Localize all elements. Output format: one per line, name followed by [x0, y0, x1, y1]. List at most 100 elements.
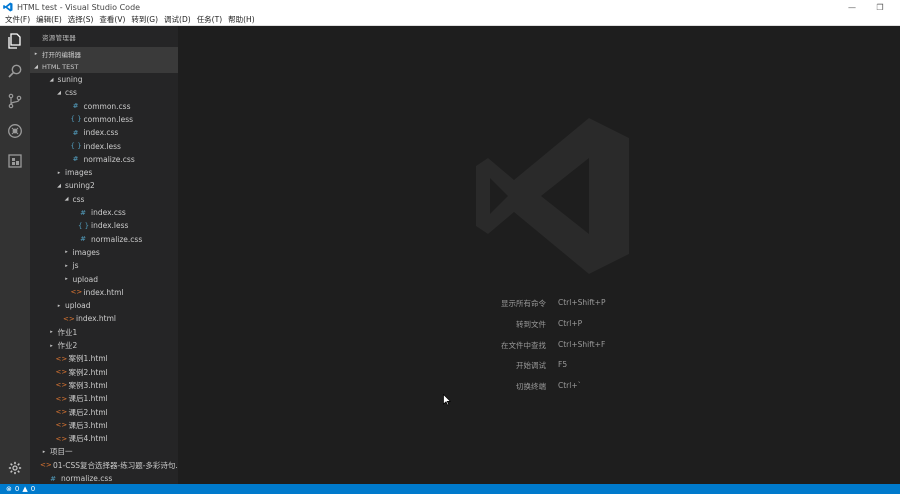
chevron-down-icon: ◢ — [49, 76, 54, 83]
css-file-icon: # — [72, 102, 79, 111]
tree-file[interactable]: # index.css — [30, 206, 178, 219]
tree-file[interactable]: <> 课后4.html — [30, 432, 178, 445]
menu-selection[interactable]: 选择(S) — [65, 14, 97, 25]
tree-file[interactable]: # common.css — [30, 100, 178, 113]
shortcut-key: Ctrl+` — [558, 381, 582, 391]
tree-folder[interactable]: ◢ suning — [30, 73, 178, 86]
chevron-down-icon: ◢ — [34, 63, 38, 70]
tree-item-label: css — [65, 88, 77, 98]
tree-item-label: upload — [65, 301, 91, 311]
tree-file[interactable]: <> 课后2.html — [30, 406, 178, 419]
title-bar: HTML test - Visual Studio Code — ❐ — [0, 0, 900, 14]
tree-file[interactable]: { } index.less — [30, 140, 178, 153]
minimize-button[interactable]: — — [840, 0, 864, 14]
tree-file[interactable]: # normalize.css — [30, 233, 178, 246]
shortcut-row: 在文件中查找 Ctrl+Shift+F — [178, 340, 900, 352]
tree-folder[interactable]: ▸ upload — [30, 273, 178, 286]
less-file-icon: { } — [70, 115, 82, 124]
menu-view[interactable]: 查看(V) — [96, 14, 128, 25]
tree-file[interactable]: <> 课后3.html — [30, 419, 178, 432]
editor-area[interactable]: 显示所有命令 Ctrl+Shift+P 转到文件 Ctrl+P 在文件中查找 Ctrl+S… — [178, 26, 900, 484]
tree-file[interactable]: # normalize.css — [30, 472, 178, 484]
open-editors-header[interactable]: ▸ 打开的编辑器 — [30, 47, 178, 60]
tree-item-label: suning — [57, 75, 83, 84]
restore-button[interactable]: ❐ — [868, 0, 892, 14]
menu-help[interactable]: 帮助(H) — [225, 14, 258, 25]
tree-item-label: normalize.css — [83, 154, 135, 164]
chevron-right-icon: ▸ — [34, 50, 38, 57]
tree-item-label: 案例1.html — [68, 354, 108, 364]
mouse-cursor-icon — [443, 394, 451, 406]
tree-file[interactable]: <> index.html — [30, 312, 178, 325]
tree-item-label: index.css — [83, 128, 119, 138]
tree-item-label: index.html — [76, 314, 116, 324]
menu-file[interactable]: 文件(F) — [2, 14, 33, 25]
html-file-icon: <> — [55, 434, 68, 443]
tree-folder[interactable]: ▸ js — [30, 259, 178, 272]
vscode-logo-icon — [3, 2, 13, 12]
shortcut-row: 显示所有命令 Ctrl+Shift+P — [178, 298, 900, 310]
tree-file[interactable]: <> index.html — [30, 286, 178, 299]
project-header[interactable]: ◢ HTML TEST — [30, 60, 178, 73]
tree-item-label: common.less — [83, 114, 134, 124]
css-file-icon: # — [80, 235, 86, 244]
tree-file[interactable]: <> 案例1.html — [30, 352, 178, 365]
warning-count[interactable]: 0 — [31, 485, 35, 493]
chevron-right-icon: ▸ — [65, 262, 68, 269]
source-control-icon[interactable] — [5, 91, 25, 111]
search-icon[interactable] — [5, 61, 25, 81]
tree-file[interactable]: # index.css — [30, 126, 178, 139]
menu-tasks[interactable]: 任务(T) — [194, 14, 225, 25]
tree-item-label: common.css — [83, 101, 131, 111]
html-file-icon: <> — [55, 368, 68, 377]
shortcut-row: 开始调试 F5 — [178, 360, 900, 372]
chevron-down-icon: ◢ — [64, 196, 69, 203]
less-file-icon: { } — [70, 142, 82, 150]
warning-icon[interactable]: ▲ — [22, 485, 27, 493]
tree-item-label: index.css — [91, 208, 126, 217]
tree-item-label: normalize.css — [61, 474, 113, 483]
extensions-icon[interactable] — [5, 151, 25, 171]
tree-item-label: 01-CSS复合选择器-练习题-多彩诗句... — [53, 460, 178, 470]
open-editors-label: 打开的编辑器 — [42, 50, 81, 59]
tree-folder[interactable]: ▸ images — [30, 166, 178, 179]
tree-item-label: images — [72, 247, 100, 257]
tree-item-label: js — [72, 261, 79, 271]
tree-item-label: index.less — [91, 221, 129, 231]
menu-go[interactable]: 转到(G) — [128, 14, 161, 25]
gear-icon[interactable] — [5, 458, 25, 478]
tree-file[interactable]: { } common.less — [30, 113, 178, 126]
shortcut-key: Ctrl+Shift+F — [558, 339, 606, 349]
tree-folder[interactable]: ▸ upload — [30, 299, 178, 312]
tree-file[interactable]: <> 案例3.html — [30, 379, 178, 392]
tree-folder[interactable]: ▸ images — [30, 246, 178, 259]
menu-debug[interactable]: 调试(D) — [161, 14, 194, 25]
tree-file[interactable]: { } index.less — [30, 219, 178, 232]
chevron-right-icon: ▸ — [57, 169, 61, 176]
tree-folder[interactable]: ◢ css — [30, 193, 178, 206]
chevron-down-icon: ◢ — [57, 89, 61, 96]
chevron-right-icon: ▸ — [65, 276, 68, 282]
explorer-icon[interactable] — [5, 31, 25, 51]
error-icon[interactable]: ⊗ — [6, 485, 12, 493]
error-count[interactable]: 0 — [15, 485, 19, 493]
tree-item-label: 案例3.html — [68, 380, 108, 390]
html-file-icon: <> — [55, 408, 68, 416]
css-file-icon: # — [72, 155, 79, 164]
tree-file[interactable]: <> 课后1.html — [30, 392, 178, 405]
tree-folder[interactable]: ▸ 作业1 — [30, 326, 178, 339]
tree-file[interactable]: # normalize.css — [30, 153, 178, 166]
tree-folder[interactable]: ▸ 项目一 — [30, 445, 178, 458]
menu-edit[interactable]: 编辑(E) — [33, 14, 65, 25]
debug-icon[interactable] — [5, 121, 25, 141]
tree-item-label: index.html — [83, 287, 124, 297]
tree-folder[interactable]: ◢ suning2 — [30, 179, 178, 192]
shortcut-row: 切换终端 Ctrl+` — [178, 381, 900, 393]
tree-file[interactable]: <> 案例2.html — [30, 366, 178, 379]
shortcut-label: 转到文件 — [516, 319, 546, 329]
tree-folder[interactable]: ▸ 作业2 — [30, 339, 178, 352]
tree-item-label: upload — [72, 274, 99, 284]
tree-folder[interactable]: ◢ css — [30, 86, 178, 99]
shortcut-label: 在文件中查找 — [501, 340, 546, 350]
tree-file[interactable]: <> 01-CSS复合选择器-练习题-多彩诗句... — [30, 459, 178, 472]
